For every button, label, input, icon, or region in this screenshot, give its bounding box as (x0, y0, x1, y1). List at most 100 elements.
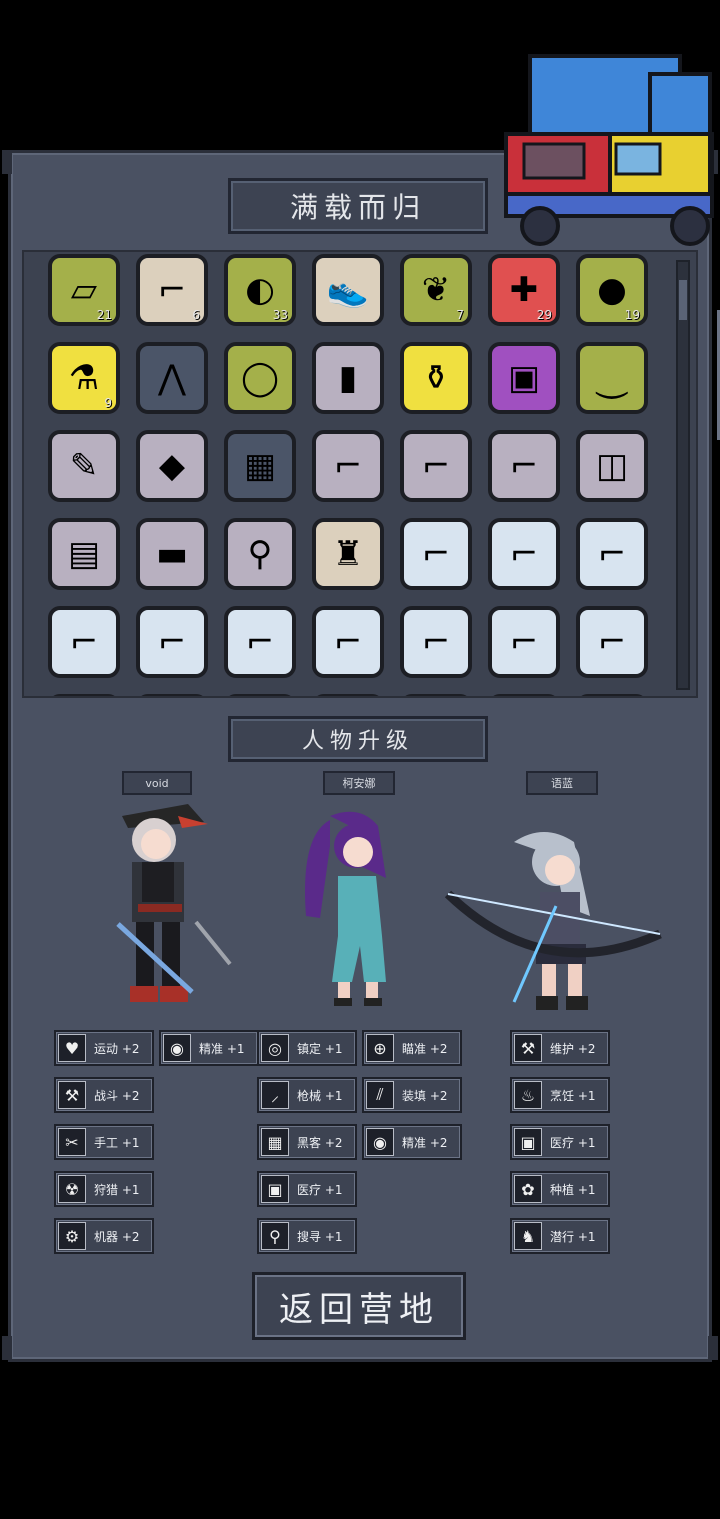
skill-label: 潜行 +1 (550, 1229, 596, 1244)
skill-label: 维护 +2 (550, 1041, 596, 1056)
item-count: 33 (272, 308, 288, 322)
inventory-slot[interactable]: ⏝ (576, 342, 648, 414)
plasma-gun-icon: ⌐ (421, 534, 451, 574)
inventory-slot[interactable] (224, 694, 296, 696)
ring-icon: ◯ (240, 358, 280, 398)
notebook-icon: ▤ (67, 534, 101, 574)
plasma-gun-icon: ⌐ (509, 534, 539, 574)
gun-icon: ⌐ (509, 446, 539, 486)
inventory-slot[interactable]: ⌐ 6 (136, 254, 208, 326)
magnifier-icon: ⚲ (261, 1222, 289, 1250)
inventory-slot[interactable]: ◫ (576, 430, 648, 502)
skill-badge: ▣ 医疗 +1 (510, 1124, 610, 1160)
inventory-slot[interactable]: ⌐ (48, 606, 120, 678)
inventory-slot[interactable]: ▮ (312, 342, 384, 414)
skill-label: 机器 +2 (94, 1229, 140, 1244)
jacket-icon: ♜ (332, 534, 364, 574)
inventory-slot[interactable]: ⌐ (312, 606, 384, 678)
inventory-slot[interactable]: ▦ (224, 430, 296, 502)
medkit-icon: ✚ (509, 270, 539, 310)
knife-icon: ⸝ (261, 1081, 289, 1109)
inventory-slot[interactable]: ⌐ (400, 430, 472, 502)
inventory-slot[interactable]: ▬ (136, 518, 208, 590)
skill-label: 种植 +1 (550, 1182, 596, 1197)
skill-label: 战斗 +2 (94, 1088, 140, 1103)
inventory-slot[interactable]: ✚ 29 (488, 254, 560, 326)
inventory-slot[interactable] (576, 694, 648, 696)
inventory-slot[interactable]: ⌐ (400, 518, 472, 590)
panel-rivet (2, 1336, 12, 1360)
gun-icon: ⌐ (333, 446, 363, 486)
inventory-slot[interactable]: ⌐ (576, 606, 648, 678)
inventory-slot[interactable]: ⌐ (488, 430, 560, 502)
character-void-sprite[interactable] (108, 796, 238, 1016)
plant-icon: ✿ (514, 1175, 542, 1203)
inventory-slot[interactable]: ⋀ (136, 342, 208, 414)
search-book-icon: ⚲ (247, 534, 273, 574)
tissue-icon: ▱ (70, 270, 98, 310)
skill-badge: ☢ 狩猎 +1 (54, 1171, 154, 1207)
inventory-slot[interactable]: 👟 (312, 254, 384, 326)
return-to-camp-button[interactable]: 返回营地 (252, 1272, 466, 1340)
character-yulan-sprite[interactable] (444, 826, 664, 1016)
inventory-slot[interactable] (488, 694, 560, 696)
inventory-slot[interactable]: ▤ (48, 518, 120, 590)
skill-badge: ⚙ 机器 +2 (54, 1218, 154, 1254)
skill-label: 搜寻 +1 (297, 1229, 343, 1244)
inventory-scrollbar[interactable] (676, 260, 690, 690)
inventory-slot[interactable]: ⚱ (400, 342, 472, 414)
plasma-gun-icon: ⌐ (157, 622, 187, 662)
gun-icon: ⌐ (421, 446, 451, 486)
van-icon (504, 54, 714, 246)
inventory-slot[interactable]: ⌐ (400, 606, 472, 678)
eye-icon: ◉ (366, 1128, 394, 1156)
inventory-slot[interactable]: ◆ (136, 430, 208, 502)
panel-rivet (2, 150, 12, 174)
egg-icon: ● (597, 270, 627, 310)
scissors-icon: ✂ (58, 1128, 86, 1156)
inventory-slot[interactable] (312, 694, 384, 696)
inventory-slot[interactable]: ❦ 7 (400, 254, 472, 326)
character-name: 语蓝 (526, 771, 598, 795)
plasma-gun-icon: ⌐ (245, 622, 275, 662)
potion-icon: ⚗ (68, 358, 100, 398)
inventory-slot[interactable]: ▱ 21 (48, 254, 120, 326)
radiation-icon: ☢ (58, 1175, 86, 1203)
skill-label: 狩猎 +1 (94, 1182, 140, 1197)
goggles-icon: ◎ (261, 1034, 289, 1062)
sneaker-icon: 👟 (326, 270, 370, 310)
inventory-slot[interactable]: ⚲ (224, 518, 296, 590)
skill-label: 手工 +1 (94, 1135, 140, 1150)
inventory-slot[interactable]: ⌐ (224, 606, 296, 678)
skill-badge: ♥ 运动 +2 (54, 1030, 154, 1066)
inventory-slot[interactable] (48, 694, 120, 696)
inventory-slot[interactable]: ⚗ 9 (48, 342, 120, 414)
scroll-thumb[interactable] (679, 280, 687, 320)
inventory-slot[interactable]: ◯ (224, 342, 296, 414)
inventory-slot[interactable]: ▣ (488, 342, 560, 414)
skill-badge: ◉ 精准 +1 (159, 1030, 259, 1066)
skill-badge: ✿ 种植 +1 (510, 1171, 610, 1207)
inventory-slot[interactable]: ⌐ (136, 606, 208, 678)
skill-label: 黑客 +2 (297, 1135, 343, 1150)
inventory-slot[interactable]: ◐ 33 (224, 254, 296, 326)
plasma-gun-icon: ⌐ (509, 622, 539, 662)
item-count: 9 (104, 396, 112, 410)
skill-label: 装填 +2 (402, 1088, 448, 1103)
character-anna-sprite[interactable] (290, 806, 410, 1012)
inventory-slot[interactable]: ♜ (312, 518, 384, 590)
inventory-slot[interactable]: ● 19 (576, 254, 648, 326)
crosshair-icon: ⊕ (366, 1034, 394, 1062)
skill-badge: ⚲ 搜寻 +1 (257, 1218, 357, 1254)
heart-icon: ♥ (58, 1034, 86, 1062)
inventory-slot[interactable]: ⌐ (312, 430, 384, 502)
inventory-slot[interactable]: ⌐ (576, 518, 648, 590)
inventory-slot[interactable]: ✎ (48, 430, 120, 502)
section-title: 人物升级 (228, 716, 488, 762)
inventory-slot[interactable]: ⌐ (488, 606, 560, 678)
inventory-slot[interactable] (400, 694, 472, 696)
inventory-slot[interactable] (136, 694, 208, 696)
item-count: 7 (456, 308, 464, 322)
inventory-slot[interactable]: ⌐ (488, 518, 560, 590)
skill-label: 瞄准 +2 (402, 1041, 448, 1056)
